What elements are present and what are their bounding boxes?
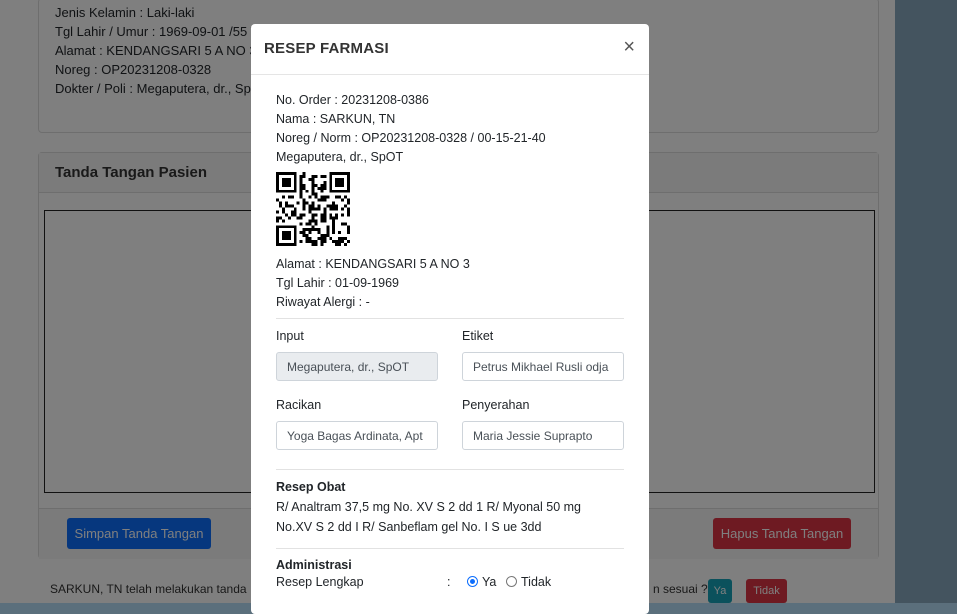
- patient-dob: Tgl Lahir : 01-09-1969: [276, 276, 399, 290]
- penyerahan-field[interactable]: Maria Jessie Suprapto: [462, 421, 624, 450]
- modal-header: RESEP FARMASI ×: [251, 24, 649, 75]
- divider: [276, 548, 624, 549]
- racikan-label: Racikan: [276, 398, 322, 412]
- patient-name: Nama : SARKUN, TN: [276, 112, 396, 126]
- penyerahan-label: Penyerahan: [462, 398, 530, 412]
- penyerahan-field-group: Penyerahan Maria Jessie Suprapto: [462, 398, 624, 450]
- resep-lengkap-row: Resep Lengkap : Ya Tidak: [276, 575, 624, 595]
- radio-ya-icon[interactable]: [467, 576, 478, 587]
- radio-ya[interactable]: Ya: [467, 575, 496, 589]
- radio-ya-label: Ya: [482, 575, 497, 589]
- resep-obat-text: R/ Analtram 37,5 mg No. XV S 2 dd 1 R/ M…: [276, 500, 582, 534]
- etiket-field-group: Etiket Petrus Mikhael Rusli odja: [462, 329, 624, 381]
- etiket-label: Etiket: [462, 329, 494, 343]
- modal-title: RESEP FARMASI: [264, 40, 389, 57]
- noreg-norm: Noreg / Norm : OP20231208-0328 / 00-15-2…: [276, 131, 546, 145]
- allergy-history: Riwayat Alergi : -: [276, 295, 370, 309]
- input-label: Input: [276, 329, 304, 343]
- racikan-field[interactable]: Yoga Bagas Ardinata, Apt: [276, 421, 438, 450]
- radio-tidak-icon[interactable]: [506, 576, 517, 587]
- patient-address: Alamat : KENDANGSARI 5 A NO 3: [276, 257, 470, 271]
- resep-lengkap-label: Resep Lengkap: [276, 575, 364, 589]
- doctor-name: Megaputera, dr., SpOT: [276, 150, 404, 164]
- input-field-group: Input Megaputera, dr., SpOT: [276, 329, 438, 381]
- resep-obat-title: Resep Obat: [276, 480, 346, 494]
- close-icon[interactable]: ×: [623, 37, 635, 57]
- administrasi-title: Administrasi: [276, 558, 352, 572]
- divider: [276, 469, 624, 470]
- admin-colon: :: [447, 575, 451, 589]
- modal-body: No. Order : 20231208-0386 Nama : SARKUN,…: [276, 91, 624, 595]
- etiket-field[interactable]: Petrus Mikhael Rusli odja: [462, 352, 624, 381]
- radio-tidak[interactable]: Tidak: [506, 575, 551, 589]
- radio-tidak-label: Tidak: [521, 575, 552, 589]
- qr-code-icon: [276, 172, 350, 246]
- staff-fields: Input Megaputera, dr., SpOT Etiket Petru…: [276, 329, 624, 469]
- order-number: No. Order : 20231208-0386: [276, 93, 429, 107]
- divider: [276, 318, 624, 319]
- resep-farmasi-modal: RESEP FARMASI × No. Order : 20231208-038…: [251, 24, 649, 614]
- input-field[interactable]: Megaputera, dr., SpOT: [276, 352, 438, 381]
- racikan-field-group: Racikan Yoga Bagas Ardinata, Apt: [276, 398, 438, 450]
